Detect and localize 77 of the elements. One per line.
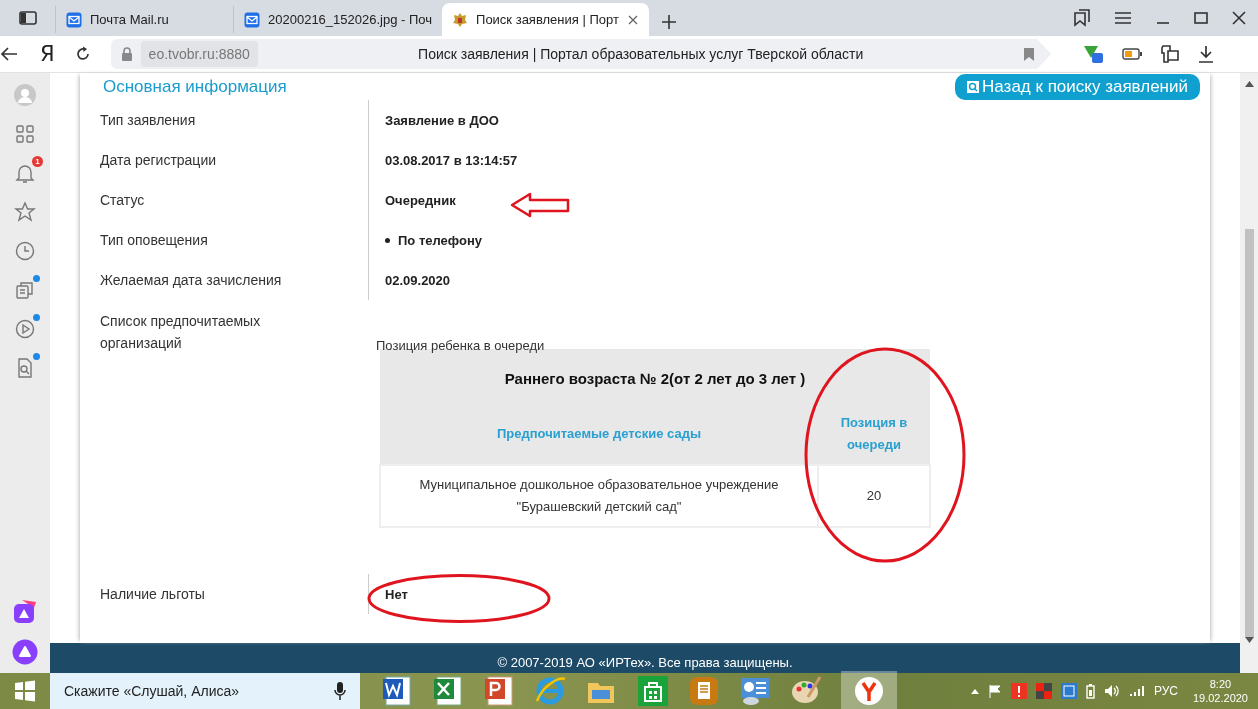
search-placeholder: Скажите «Слушай, Алиса»: [64, 683, 240, 699]
field-value: Нет: [385, 586, 408, 602]
field-label: Дата регистрации: [100, 151, 218, 170]
emblem-icon: [452, 11, 469, 28]
column-header: Позиция в очереди: [818, 404, 930, 465]
section-heading: Основная информация: [103, 76, 287, 97]
assistant-icon[interactable]: [12, 598, 38, 624]
network-card-icon[interactable]: [1060, 683, 1077, 699]
spreadsheet-app-icon[interactable]: [433, 675, 465, 707]
download-icon[interactable]: [1197, 45, 1214, 63]
field-value: Заявление в ДОО: [385, 112, 499, 128]
store-app-icon[interactable]: [637, 675, 669, 707]
search-icon: [967, 80, 980, 93]
field-value: 03.08.2017 в 13:14:57: [385, 152, 518, 168]
field-label: Тип заявления: [100, 111, 197, 130]
envelope-icon: [244, 11, 260, 28]
microphone-icon: [334, 681, 346, 701]
close-icon[interactable]: [626, 13, 639, 26]
sidebar-toggle-icon[interactable]: [18, 11, 37, 25]
url-domain: eo.tvobr.ru:8880: [140, 41, 258, 67]
checker-icon[interactable]: [1035, 683, 1052, 699]
menu-icon[interactable]: [1114, 11, 1132, 25]
scroll-up-icon: [1244, 81, 1254, 87]
extension-icon[interactable]: [1081, 44, 1104, 64]
copyright-text: © 2007-2019 АО «ИРТех». Все права защищены.: [497, 655, 793, 670]
clock-time: 8:20: [1209, 677, 1232, 691]
tabs-icon[interactable]: [1074, 9, 1090, 27]
column-header: Предпочитаемые детские сады: [380, 404, 818, 465]
field-value: По телефону: [398, 232, 483, 248]
field-label: Тип оповещения: [100, 231, 209, 250]
speaker-icon[interactable]: [1103, 684, 1120, 698]
close-icon[interactable]: [1232, 11, 1246, 25]
table-cell: 20: [818, 465, 930, 527]
battery-icon[interactable]: [1085, 683, 1095, 699]
grid-icon[interactable]: [13, 122, 37, 146]
play-icon[interactable]: [13, 317, 37, 341]
extension-icon[interactable]: [1159, 44, 1180, 64]
language-indicator[interactable]: РУС: [1153, 684, 1178, 698]
clock-icon[interactable]: [13, 239, 37, 263]
field-label: Статус: [100, 191, 146, 210]
assistant-icon[interactable]: [12, 639, 38, 665]
table-cell: Муниципальное дошкольное образовательное учреждение "Бурашевский детский сад": [380, 465, 818, 527]
scrollbar[interactable]: [1240, 73, 1258, 673]
yandex-browser-icon[interactable]: [853, 675, 885, 707]
document-app-icon[interactable]: [382, 675, 414, 707]
notification-badge: 1: [32, 156, 43, 167]
page-title: Поиск заявления | Портал образовательных услуг Тверской области: [417, 46, 865, 62]
documents-app-icon[interactable]: [688, 675, 720, 707]
field-value: Очередник: [385, 192, 456, 208]
field-value: 02.09.2020: [385, 272, 451, 288]
caret-up-icon[interactable]: [970, 688, 979, 694]
star-icon[interactable]: [13, 200, 37, 224]
browser-tab[interactable]: Почта Mail.ru: [55, 6, 233, 33]
annotation-arrow: [510, 192, 570, 218]
clock-date: 19.02.2020: [1192, 691, 1248, 705]
presentation-app-icon[interactable]: [484, 675, 516, 707]
envelope-icon: [66, 11, 82, 28]
signal-icon[interactable]: [1128, 685, 1145, 697]
battery-icon[interactable]: [1121, 48, 1142, 60]
bookmark-icon[interactable]: [1023, 47, 1034, 61]
windows-start-icon[interactable]: [14, 680, 36, 702]
bullet-icon: [385, 237, 390, 243]
search-field[interactable]: Скажите «Слушай, Алиса»: [50, 673, 360, 709]
control-panel-app-icon[interactable]: [739, 675, 771, 707]
back-arrow-icon[interactable]: [0, 47, 18, 61]
field-label: Наличие льготы: [100, 585, 206, 604]
alert-icon[interactable]: [1010, 683, 1027, 699]
browser-logo[interactable]: Я: [40, 42, 55, 66]
field-label: Список предпочитаемых организаций: [100, 312, 262, 353]
reload-icon[interactable]: [74, 46, 91, 62]
browser-tab[interactable]: Поиск заявления | Порт: [442, 3, 649, 36]
lock-icon: [120, 47, 133, 61]
maximize-icon[interactable]: [1194, 11, 1208, 25]
browser-tab[interactable]: 20200216_152026.jpg - Поч: [233, 6, 443, 33]
field-label: Желаемая дата зачисления: [100, 271, 283, 290]
flag-icon[interactable]: [987, 684, 1002, 698]
new-tab-icon[interactable]: [660, 14, 677, 30]
